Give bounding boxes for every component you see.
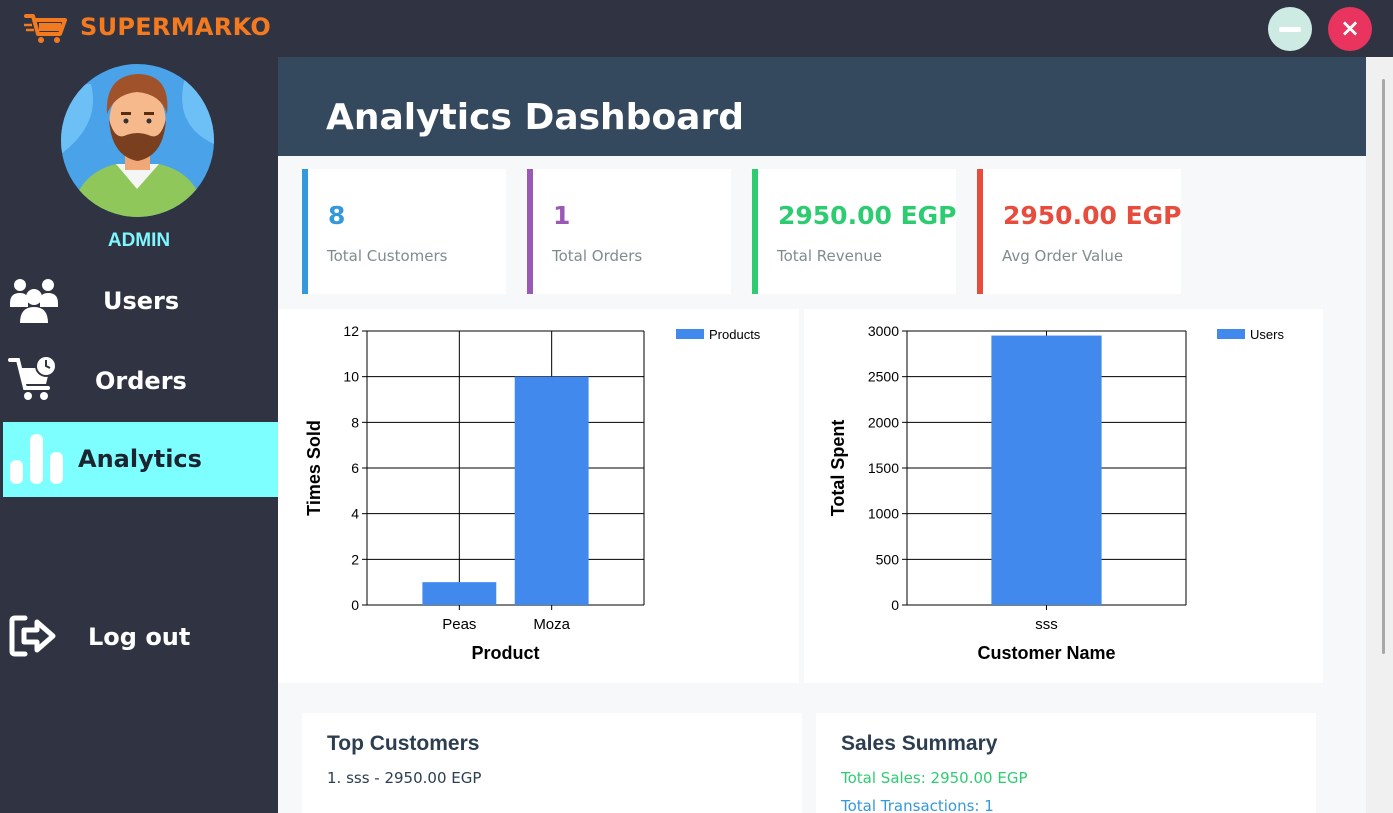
x-tick-label: sss bbox=[1035, 616, 1058, 633]
customers-chart-panel: 0 500 1000 1500 2000 2500 3000 sss Customer Name… bbox=[804, 309, 1323, 683]
total-transactions-line: Total Transactions: 1 bbox=[841, 797, 994, 813]
y-tick-label: 1000 bbox=[868, 506, 899, 522]
y-tick-label: 10 bbox=[343, 369, 359, 385]
y-tick-label: 0 bbox=[351, 597, 359, 613]
x-tick-label: Moza bbox=[533, 616, 570, 633]
main-content: Analytics Dashboard 8 Total Customers 1 … bbox=[278, 57, 1366, 813]
app-title: SUPERMARKO bbox=[80, 13, 272, 41]
scrollbar-thumb[interactable] bbox=[1382, 79, 1385, 654]
legend-swatch bbox=[1217, 329, 1245, 339]
y-tick-label: 12 bbox=[343, 323, 359, 339]
y-tick-label: 500 bbox=[876, 551, 900, 567]
y-tick-label: 8 bbox=[351, 414, 359, 430]
legend-label: Users bbox=[1250, 327, 1284, 342]
avatar bbox=[61, 64, 214, 217]
stat-value: 1 bbox=[553, 201, 571, 230]
y-axis-label: Times Sold bbox=[304, 420, 324, 516]
bar bbox=[514, 376, 589, 605]
y-axis-label: Total Spent bbox=[828, 420, 848, 517]
sales-summary-title: Sales Summary bbox=[841, 732, 998, 755]
bar bbox=[422, 582, 497, 605]
sidebar-item-label: Orders bbox=[95, 367, 187, 395]
sales-summary-panel: Sales Summary Total Sales: 2950.00 EGP T… bbox=[816, 713, 1316, 813]
stat-label: Total Revenue bbox=[777, 247, 883, 265]
y-tick-label: 6 bbox=[351, 460, 359, 476]
stat-card-total-revenue: 2950.00 EGP Total Revenue bbox=[752, 169, 956, 294]
x-axis-label: Customer Name bbox=[977, 643, 1115, 663]
sidebar-item-users[interactable]: Users bbox=[0, 264, 278, 339]
cart-clock-icon bbox=[8, 355, 57, 400]
y-tick-label: 4 bbox=[351, 506, 359, 522]
products-chart-panel: 0 2 4 6 8 10 12 Peas Moza Product Times Sold Produc… bbox=[278, 309, 799, 683]
close-icon: × bbox=[1339, 14, 1361, 42]
customers-chart: 0 500 1000 1500 2000 2500 3000 sss Customer Name… bbox=[828, 323, 1284, 663]
page-title: Analytics Dashboard bbox=[326, 97, 744, 138]
stat-label: Avg Order Value bbox=[1002, 247, 1124, 265]
stat-label: Total Customers bbox=[327, 247, 448, 265]
total-sales-line: Total Sales: 2950.00 EGP bbox=[841, 769, 1028, 787]
page-header: Analytics Dashboard bbox=[278, 57, 1366, 156]
shopping-cart-icon bbox=[24, 14, 67, 43]
bar-chart-icon bbox=[10, 434, 63, 484]
sidebar-item-orders[interactable]: Orders bbox=[0, 344, 278, 419]
x-axis-label: Product bbox=[471, 643, 539, 663]
y-tick-label: 1500 bbox=[868, 460, 899, 476]
stat-value: 2950.00 EGP bbox=[1003, 201, 1181, 230]
stat-value: 8 bbox=[328, 201, 346, 230]
minimize-button[interactable] bbox=[1268, 7, 1312, 51]
vertical-scrollbar[interactable] bbox=[1366, 57, 1393, 813]
top-customers-title: Top Customers bbox=[327, 732, 480, 755]
title-bar: SUPERMARKO × bbox=[0, 0, 1393, 57]
logout-icon bbox=[9, 615, 56, 657]
y-tick-label: 3000 bbox=[868, 323, 899, 339]
stat-value: 2950.00 EGP bbox=[778, 201, 956, 230]
close-button[interactable]: × bbox=[1328, 7, 1372, 51]
stat-card-total-customers: 8 Total Customers bbox=[302, 169, 506, 294]
users-icon bbox=[10, 279, 58, 323]
y-tick-label: 0 bbox=[891, 597, 899, 613]
top-customer-line: 1. sss - 2950.00 EGP bbox=[327, 769, 482, 787]
stat-card-avg-order-value: 2950.00 EGP Avg Order Value bbox=[977, 169, 1181, 294]
legend-label: Products bbox=[709, 327, 761, 342]
y-tick-label: 2000 bbox=[868, 414, 899, 430]
sidebar-item-analytics[interactable]: Analytics bbox=[3, 422, 278, 497]
sidebar-item-label: Analytics bbox=[78, 445, 202, 473]
legend-swatch bbox=[676, 329, 704, 339]
sidebar-item-logout[interactable]: Log out bbox=[0, 600, 278, 675]
x-tick-label: Peas bbox=[442, 616, 476, 633]
stat-card-total-orders: 1 Total Orders bbox=[527, 169, 731, 294]
stat-label: Total Orders bbox=[552, 247, 643, 265]
products-chart: 0 2 4 6 8 10 12 Peas Moza Product Times Sold Produc… bbox=[304, 323, 761, 663]
sidebar: ADMIN Users Orders Analytics Log out bbox=[0, 57, 278, 813]
y-tick-label: 2 bbox=[351, 551, 359, 567]
sidebar-item-label: Users bbox=[103, 287, 180, 315]
sidebar-item-label: Log out bbox=[88, 623, 191, 651]
y-tick-label: 2500 bbox=[868, 369, 899, 385]
bar bbox=[991, 335, 1102, 605]
top-customers-panel: Top Customers 1. sss - 2950.00 EGP bbox=[302, 713, 802, 813]
user-role-label: ADMIN bbox=[107, 230, 171, 251]
